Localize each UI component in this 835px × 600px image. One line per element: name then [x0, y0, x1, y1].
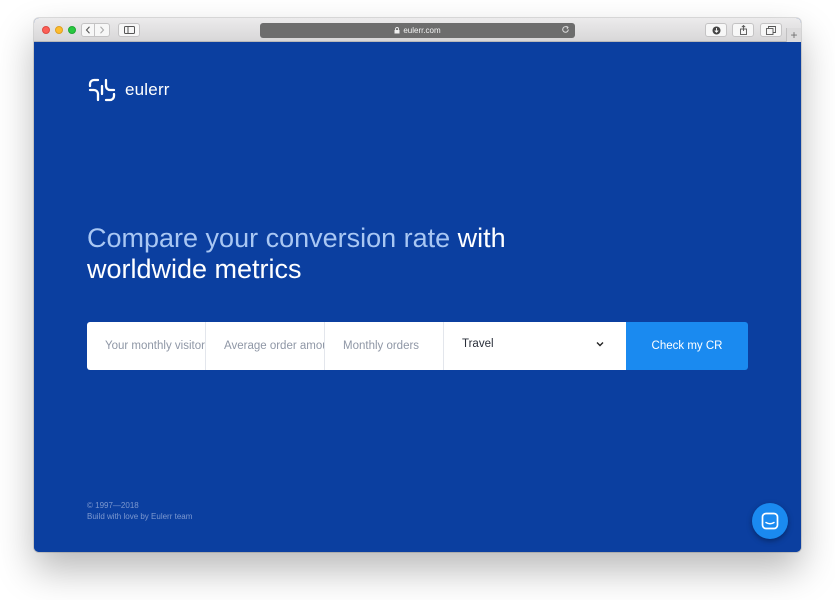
show-tabs-button[interactable] — [760, 23, 782, 37]
brand-logo[interactable]: eulerr — [87, 77, 170, 103]
eulerr-logo-icon — [88, 78, 116, 102]
downloads-button[interactable] — [705, 23, 727, 37]
orders-field — [325, 322, 444, 370]
industry-select[interactable]: Travel — [444, 322, 626, 370]
chat-bubble-icon — [761, 512, 779, 530]
average-order-input[interactable] — [224, 340, 324, 352]
headline-light-part: Compare your conversion rate — [87, 223, 451, 253]
monthly-orders-input[interactable] — [343, 340, 443, 352]
back-button[interactable] — [81, 23, 95, 37]
industry-select-value: Travel — [462, 338, 494, 350]
browser-toolbar: eulerr.com + — [34, 18, 801, 42]
chat-launcher-button[interactable] — [752, 503, 788, 539]
page-content: eulerr Compare your conversion rate with… — [34, 43, 801, 552]
share-button[interactable] — [732, 23, 754, 37]
monthly-visitors-input[interactable] — [105, 340, 205, 352]
zoom-window-button[interactable] — [68, 26, 76, 34]
page-footer: © 1997—2018 Build with love by Eulerr te… — [87, 500, 192, 522]
close-window-button[interactable] — [42, 26, 50, 34]
brand-name: eulerr — [125, 80, 170, 99]
sidebar-toggle-button[interactable] — [118, 23, 140, 37]
chevron-left-icon — [85, 26, 90, 34]
footer-copyright: © 1997—2018 — [87, 501, 139, 510]
minimize-window-button[interactable] — [55, 26, 63, 34]
reload-icon[interactable] — [561, 25, 570, 34]
share-icon — [739, 25, 747, 35]
check-cr-button[interactable]: Check my CR — [626, 322, 748, 370]
chevron-right-icon — [100, 26, 105, 34]
visitors-field — [87, 322, 206, 370]
conversion-form: Travel Check my CR — [87, 322, 748, 370]
browser-window: eulerr.com + eulerr Compare your convers… — [34, 18, 801, 552]
address-url: eulerr.com — [403, 26, 441, 35]
new-tab-button[interactable]: + — [786, 28, 801, 42]
lock-icon — [394, 27, 400, 34]
hero-headline: Compare your conversion rate with worldw… — [87, 223, 607, 285]
address-bar[interactable]: eulerr.com — [260, 23, 575, 38]
footer-credit: Build with love by Eulerr team — [87, 512, 193, 521]
sidebar-icon — [123, 26, 135, 34]
download-icon — [712, 26, 720, 34]
chevron-down-icon — [596, 341, 604, 347]
order-amount-field — [206, 322, 325, 370]
tabs-overview-icon — [766, 25, 776, 35]
forward-button[interactable] — [95, 23, 110, 37]
